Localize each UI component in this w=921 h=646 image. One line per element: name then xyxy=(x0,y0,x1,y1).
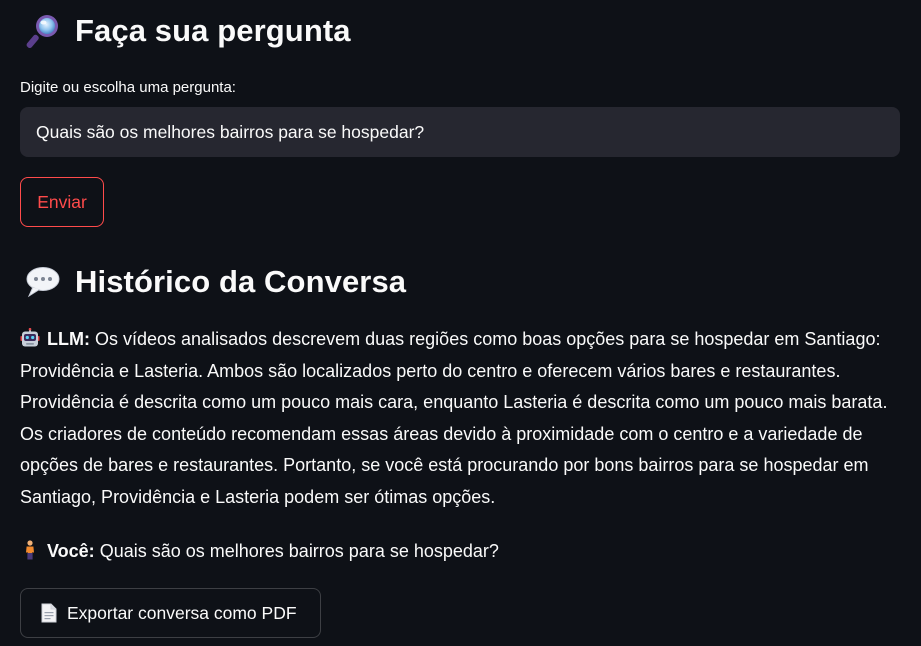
question-input[interactable] xyxy=(20,107,900,157)
speech-bubble-icon xyxy=(24,263,62,301)
robot-icon xyxy=(20,327,40,347)
magnifying-glass-icon xyxy=(24,12,62,50)
document-icon xyxy=(41,603,57,623)
person-icon xyxy=(20,539,40,560)
llm-message-text: Os vídeos analisados descrevem duas regi… xyxy=(20,329,888,507)
app-page: Faça sua pergunta Digite ou escolha uma … xyxy=(0,0,921,646)
user-message-text: Quais são os melhores bairros para se ho… xyxy=(99,541,499,561)
ask-section-title: Faça sua pergunta xyxy=(24,12,351,50)
chat-message-llm: LLM: Os vídeos analisados descrevem duas… xyxy=(20,324,900,514)
llm-speaker-label: LLM: xyxy=(47,329,90,349)
ask-section-title-text: Faça sua pergunta xyxy=(75,13,351,48)
question-input-label: Digite ou escolha uma pergunta: xyxy=(20,79,236,96)
export-pdf-button[interactable]: Exportar conversa como PDF xyxy=(20,588,321,638)
send-button[interactable]: Enviar xyxy=(20,177,104,227)
history-section-title-text: Histórico da Conversa xyxy=(75,264,407,299)
history-section-title: Histórico da Conversa xyxy=(24,263,406,301)
chat-message-user: Você: Quais são os melhores bairros para… xyxy=(20,536,900,568)
user-speaker-label: Você: xyxy=(47,541,95,561)
export-pdf-label: Exportar conversa como PDF xyxy=(67,602,297,623)
